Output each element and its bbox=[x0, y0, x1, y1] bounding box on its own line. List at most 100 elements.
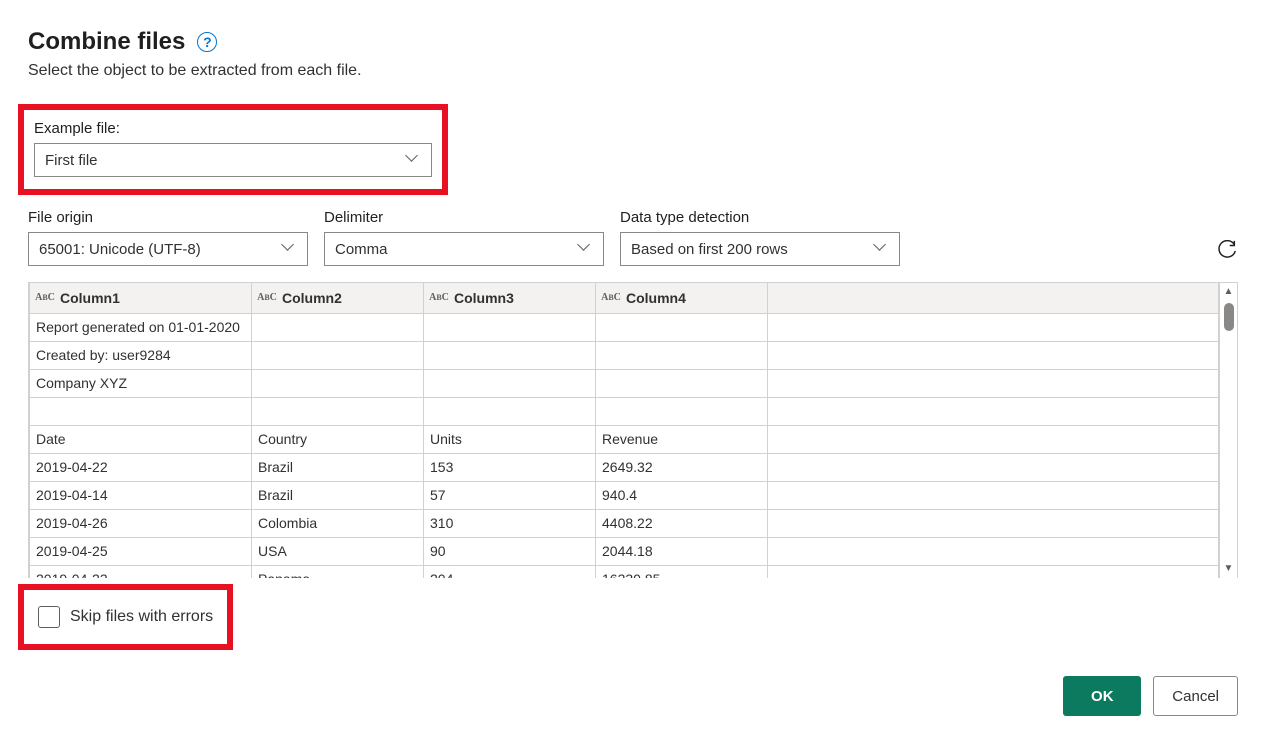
table-row: 2019-04-22Brazil1532649.32 bbox=[30, 453, 1219, 481]
table-cell: 2019-04-23 bbox=[30, 565, 252, 578]
table-cell bbox=[252, 313, 424, 341]
column-header[interactable]: ABC Column2 bbox=[252, 283, 424, 313]
table-cell bbox=[424, 397, 596, 425]
table-row: 2019-04-26Colombia3104408.22 bbox=[30, 509, 1219, 537]
ok-button[interactable]: OK bbox=[1063, 676, 1141, 716]
table-cell: Revenue bbox=[596, 425, 768, 453]
example-file-highlight: Example file: First file bbox=[18, 104, 448, 195]
table-cell: Company XYZ bbox=[30, 369, 252, 397]
skip-files-checkbox[interactable] bbox=[38, 606, 60, 628]
scroll-up-icon[interactable]: ▲ bbox=[1224, 285, 1234, 299]
table-cell: 940.4 bbox=[596, 481, 768, 509]
table-cell: Report generated on 01-01-2020 bbox=[30, 313, 252, 341]
skip-files-label: Skip files with errors bbox=[70, 608, 213, 626]
table-cell bbox=[424, 369, 596, 397]
table-cell: 4408.22 bbox=[596, 509, 768, 537]
table-cell: 2019-04-25 bbox=[30, 537, 252, 565]
example-file-dropdown[interactable]: First file bbox=[34, 143, 432, 177]
column-name: Column1 bbox=[60, 290, 120, 306]
table-cell bbox=[596, 313, 768, 341]
table-row bbox=[30, 397, 1219, 425]
table-cell: 2649.32 bbox=[596, 453, 768, 481]
table-cell bbox=[596, 341, 768, 369]
chevron-down-icon bbox=[875, 242, 889, 256]
chevron-down-icon bbox=[283, 242, 297, 256]
column-header[interactable]: ABC Column3 bbox=[424, 283, 596, 313]
table-cell: USA bbox=[252, 537, 424, 565]
column-name: Column4 bbox=[626, 290, 686, 306]
table-row: 2019-04-25USA902044.18 bbox=[30, 537, 1219, 565]
table-row: Company XYZ bbox=[30, 369, 1219, 397]
table-cell bbox=[30, 397, 252, 425]
text-type-icon: ABC bbox=[602, 290, 620, 306]
table-cell-filler bbox=[768, 369, 1219, 397]
refresh-icon[interactable] bbox=[1216, 240, 1238, 262]
skip-files-highlight: Skip files with errors bbox=[18, 584, 233, 650]
data-type-detection-dropdown[interactable]: Based on first 200 rows bbox=[620, 232, 900, 266]
table-cell-filler bbox=[768, 481, 1219, 509]
column-header[interactable]: ABC Column4 bbox=[596, 283, 768, 313]
scroll-thumb[interactable] bbox=[1224, 303, 1234, 331]
column-header[interactable]: ABC Column1 bbox=[30, 283, 252, 313]
table-cell: Units bbox=[424, 425, 596, 453]
text-type-icon: ABC bbox=[36, 290, 54, 306]
column-name: Column3 bbox=[454, 290, 514, 306]
table-cell: 310 bbox=[424, 509, 596, 537]
preview-table-container: ABC Column1 ABC Column2 ABC Column3 ABC Column4… bbox=[28, 282, 1238, 578]
preview-table: ABC Column1 ABC Column2 ABC Column3 ABC Column4… bbox=[29, 283, 1219, 578]
text-type-icon: ABC bbox=[258, 290, 276, 306]
column-header-filler bbox=[768, 283, 1219, 313]
table-cell-filler bbox=[768, 537, 1219, 565]
text-type-icon: ABC bbox=[430, 290, 448, 306]
delimiter-value: Comma bbox=[335, 241, 388, 258]
table-row: 2019-04-14Brazil57940.4 bbox=[30, 481, 1219, 509]
table-cell bbox=[252, 341, 424, 369]
table-cell: Brazil bbox=[252, 481, 424, 509]
table-cell-filler bbox=[768, 341, 1219, 369]
dialog-subtitle: Select the object to be extracted from e… bbox=[28, 62, 1238, 80]
table-cell bbox=[424, 341, 596, 369]
table-cell: Created by: user9284 bbox=[30, 341, 252, 369]
table-cell bbox=[596, 369, 768, 397]
cancel-button[interactable]: Cancel bbox=[1153, 676, 1238, 716]
chevron-down-icon bbox=[407, 153, 421, 167]
table-row: DateCountryUnitsRevenue bbox=[30, 425, 1219, 453]
table-cell: Panama bbox=[252, 565, 424, 578]
table-cell bbox=[252, 369, 424, 397]
table-cell bbox=[596, 397, 768, 425]
table-cell: Colombia bbox=[252, 509, 424, 537]
table-cell-filler bbox=[768, 509, 1219, 537]
table-cell: Brazil bbox=[252, 453, 424, 481]
delimiter-label: Delimiter bbox=[324, 209, 604, 226]
table-row: Created by: user9284 bbox=[30, 341, 1219, 369]
vertical-scrollbar[interactable]: ▲ ▼ bbox=[1219, 283, 1237, 578]
example-file-value: First file bbox=[45, 152, 98, 169]
column-name: Column2 bbox=[282, 290, 342, 306]
dialog-title: Combine files bbox=[28, 28, 185, 56]
help-icon[interactable]: ? bbox=[197, 32, 217, 52]
table-cell: 16330.85 bbox=[596, 565, 768, 578]
file-origin-dropdown[interactable]: 65001: Unicode (UTF-8) bbox=[28, 232, 308, 266]
data-type-detection-value: Based on first 200 rows bbox=[631, 241, 788, 258]
table-cell-filler bbox=[768, 453, 1219, 481]
table-cell-filler bbox=[768, 425, 1219, 453]
data-type-detection-label: Data type detection bbox=[620, 209, 900, 226]
table-cell: 90 bbox=[424, 537, 596, 565]
table-cell: 2044.18 bbox=[596, 537, 768, 565]
example-file-label: Example file: bbox=[34, 120, 432, 137]
table-cell bbox=[424, 313, 596, 341]
scroll-track[interactable] bbox=[1220, 299, 1237, 562]
chevron-down-icon bbox=[579, 242, 593, 256]
table-cell: 57 bbox=[424, 481, 596, 509]
table-cell-filler bbox=[768, 397, 1219, 425]
scroll-down-icon[interactable]: ▼ bbox=[1224, 562, 1234, 576]
delimiter-dropdown[interactable]: Comma bbox=[324, 232, 604, 266]
table-cell: Country bbox=[252, 425, 424, 453]
table-cell-filler bbox=[768, 565, 1219, 578]
table-cell: 204 bbox=[424, 565, 596, 578]
table-cell: Date bbox=[30, 425, 252, 453]
file-origin-label: File origin bbox=[28, 209, 308, 226]
table-cell: 2019-04-26 bbox=[30, 509, 252, 537]
table-cell: 2019-04-22 bbox=[30, 453, 252, 481]
file-origin-value: 65001: Unicode (UTF-8) bbox=[39, 241, 201, 258]
